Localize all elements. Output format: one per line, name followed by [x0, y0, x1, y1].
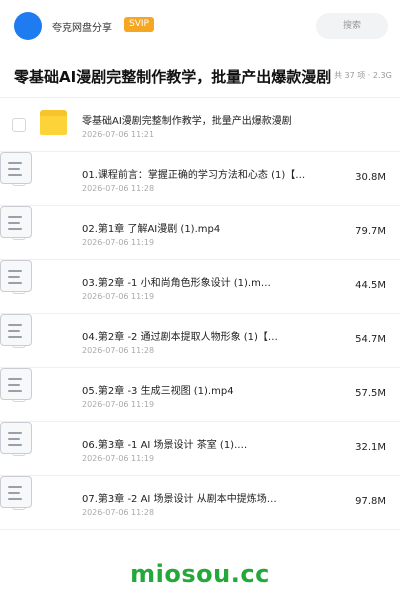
list-item[interactable]: 07.第3章 -2 AI 场景设计 从剧本中提炼场… 2026-07-06 11… — [0, 476, 400, 530]
file-name: 07.第3章 -2 AI 场景设计 从剧本中提炼场… — [82, 494, 277, 505]
file-date: 2026-07-06 11:28 — [82, 184, 155, 193]
top-bar: 夸克网盘分享 SVIP 搜索 — [0, 0, 400, 52]
file-date: 2026-07-06 11:21 — [82, 130, 155, 139]
document-icon — [0, 260, 32, 292]
watermark: miosou.cc — [130, 560, 270, 588]
file-date: 2026-07-06 11:19 — [82, 400, 155, 409]
list-item[interactable]: 04.第2章 -2 通过剧本提取人物形象 (1)【… 2026-07-06 11… — [0, 314, 400, 368]
share-meta: 共 37 项 · 2.3G — [334, 71, 392, 80]
file-name: 03.第2章 -1 小和尚角色形象设计 (1).m… — [82, 278, 271, 289]
folder-icon — [38, 108, 70, 140]
share-title-bar: 零基础AI漫剧完整制作教学，批量产出爆款漫剧 共 37 项 · 2.3G — [0, 52, 400, 98]
file-name: 04.第2章 -2 通过剧本提取人物形象 (1)【… — [82, 332, 278, 343]
page-title: 零基础AI漫剧完整制作教学，批量产出爆款漫剧 — [14, 68, 332, 86]
list-item[interactable]: 零基础AI漫剧完整制作教学，批量产出爆款漫剧 2026-07-06 11:21 — [0, 98, 400, 152]
list-item[interactable]: 01.课程前言：掌握正确的学习方法和心态 (1)【… 2026-07-06 11… — [0, 152, 400, 206]
file-size: 79.7M — [355, 226, 386, 237]
avatar[interactable] — [14, 12, 42, 40]
file-name: 05.第2章 -3 生成三视图 (1).mp4 — [82, 386, 234, 397]
file-name: 02.第1章 了解AI漫剧 (1).mp4 — [82, 224, 221, 235]
file-size: 30.8M — [355, 172, 386, 183]
list-item[interactable]: 02.第1章 了解AI漫剧 (1).mp4 2026-07-06 11:19 7… — [0, 206, 400, 260]
file-date: 2026-07-06 11:28 — [82, 346, 155, 355]
file-size: 57.5M — [355, 388, 386, 399]
file-date: 2026-07-06 11:19 — [82, 454, 155, 463]
row-checkbox[interactable] — [12, 118, 26, 132]
file-date: 2026-07-06 11:28 — [82, 508, 155, 517]
uploader-name[interactable]: 夸克网盘分享 — [52, 19, 112, 34]
svip-badge: SVIP — [124, 17, 154, 32]
document-icon — [0, 422, 32, 454]
file-list: 零基础AI漫剧完整制作教学，批量产出爆款漫剧 2026-07-06 11:21 … — [0, 98, 400, 530]
file-size: 32.1M — [355, 442, 386, 453]
file-name: 零基础AI漫剧完整制作教学，批量产出爆款漫剧 — [82, 116, 292, 127]
file-name: 01.课程前言：掌握正确的学习方法和心态 (1)【… — [82, 170, 306, 181]
document-icon — [0, 206, 32, 238]
list-item[interactable]: 06.第3章 -1 AI 场景设计 茶室 (1).… 2026-07-06 11… — [0, 422, 400, 476]
file-size: 44.5M — [355, 280, 386, 291]
list-item[interactable]: 03.第2章 -1 小和尚角色形象设计 (1).m… 2026-07-06 11… — [0, 260, 400, 314]
file-size: 97.8M — [355, 496, 386, 507]
search-input[interactable]: 搜索 — [316, 13, 388, 39]
file-date: 2026-07-06 11:19 — [82, 292, 155, 301]
document-icon — [0, 368, 32, 400]
document-icon — [0, 314, 32, 346]
document-icon — [0, 476, 32, 508]
file-name: 06.第3章 -1 AI 场景设计 茶室 (1).… — [82, 440, 248, 451]
file-size: 54.7M — [355, 334, 386, 345]
list-item[interactable]: 05.第2章 -3 生成三视图 (1).mp4 2026-07-06 11:19… — [0, 368, 400, 422]
file-date: 2026-07-06 11:19 — [82, 238, 155, 247]
document-icon — [0, 152, 32, 184]
